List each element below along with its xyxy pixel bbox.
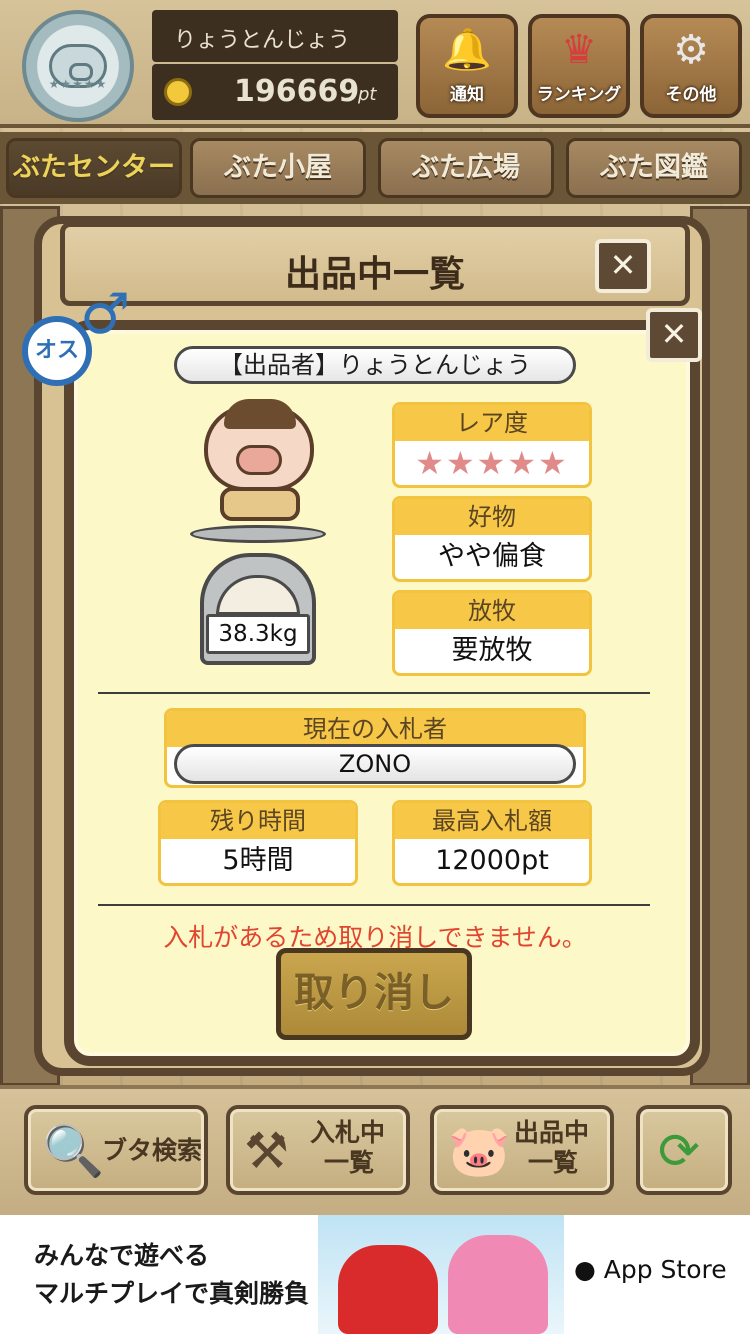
crown-icon: ♛ (561, 27, 597, 73)
points-box: 196669 pt (152, 64, 398, 120)
app-store-link[interactable]: ● App Store (574, 1255, 727, 1284)
rarity-label: レア度 (395, 405, 589, 441)
refresh-icon: ⟳ (658, 1122, 700, 1180)
listing-label-1: 出品中 (514, 1118, 590, 1147)
detail-close-button[interactable]: ✕ (646, 308, 702, 362)
seller-label: 【出品者】りょうとんじょう (174, 346, 576, 384)
bidding-label-2: 一覧 (324, 1148, 375, 1177)
tab-buta-center[interactable]: ぶたセンター (6, 138, 182, 198)
favorite-food-card: 好物 やや偏食 (392, 496, 592, 582)
app-store-label: App Store (595, 1255, 727, 1284)
ad-illustration (318, 1215, 564, 1334)
points-unit: pt (358, 84, 377, 105)
gavel-icon: ⚒ (244, 1122, 289, 1180)
points-value: 196669 (234, 74, 360, 109)
cancel-listing-button[interactable]: 取り消し (276, 948, 472, 1040)
tab-buta-encyclopedia[interactable]: ぶた図鑑 (566, 138, 742, 198)
apple-logo-icon: ● (574, 1255, 596, 1284)
emblem-stars-icon: ★★★★★ (48, 77, 108, 91)
tab-buta-plaza[interactable]: ぶた広場 (378, 138, 554, 198)
grazing-value: 要放牧 (451, 635, 533, 666)
pig-snout-icon (236, 445, 282, 475)
favorite-label: 好物 (395, 499, 589, 535)
notification-label: 通知 (450, 85, 484, 105)
ranking-button[interactable]: ♛ ランキング (528, 14, 630, 118)
listing-title: 出品中一覧 (284, 254, 465, 295)
weight-value: 38.3kg (206, 614, 310, 654)
pig-face-icon: 🐷 (448, 1122, 511, 1180)
pig-hair-icon (224, 399, 296, 429)
coin-icon (164, 78, 192, 106)
ad-text: みんなで遊べる マルチプレイで真剣勝負 (34, 1237, 309, 1313)
highest-bid-card: 最高入札額 12000pt (392, 800, 592, 886)
divider-top (98, 692, 650, 694)
rarity-stars-icon: ★★★★★ (415, 444, 569, 482)
refresh-button[interactable]: ⟳ (636, 1105, 732, 1195)
divider-bottom (98, 904, 650, 906)
time-left-value: 5時間 (222, 845, 294, 876)
listing-title-bar: 出品中一覧 ✕ (60, 222, 690, 306)
grazing-label: 放牧 (395, 593, 589, 629)
listing-list-button[interactable]: 🐷 出品中 一覧 (430, 1105, 614, 1195)
time-left-label: 残り時間 (161, 803, 355, 839)
listing-close-button[interactable]: ✕ (595, 239, 651, 293)
pig-search-label: ブタ検索 (102, 1136, 203, 1165)
current-bidder-label: 現在の入札者 (167, 711, 583, 747)
other-button[interactable]: ⚙ その他 (640, 14, 742, 118)
ad-line-1: みんなで遊べる (34, 1241, 210, 1270)
bottom-toolbar: 🔍 ブタ検索 ⚒ 入札中 一覧 🐷 出品中 一覧 ⟳ (0, 1085, 750, 1215)
pig-search-button[interactable]: 🔍 ブタ検索 (24, 1105, 208, 1195)
bidding-list-button[interactable]: ⚒ 入札中 一覧 (226, 1105, 410, 1195)
username-box: りょうとんじょう (152, 10, 398, 62)
listing-label-2: 一覧 (528, 1148, 579, 1177)
notification-button[interactable]: 🔔 通知 (416, 14, 518, 118)
bidding-label-1: 入札中 (310, 1118, 386, 1147)
bell-icon: 🔔 (442, 27, 492, 73)
rarity-card: レア度 ★★★★★ (392, 402, 592, 488)
rank-emblem[interactable]: ★★★★★ (22, 10, 134, 122)
nav-tabs: ぶたセンター ぶた小屋 ぶた広場 ぶた図鑑 (0, 132, 750, 204)
gear-icon: ⚙ (673, 27, 709, 73)
highest-bid-value: 12000pt (435, 845, 549, 876)
grazing-card: 放牧 要放牧 (392, 590, 592, 676)
favorite-value: やや偏食 (438, 541, 546, 572)
other-label: その他 (665, 85, 717, 105)
ad-banner[interactable]: みんなで遊べる マルチプレイで真剣勝負 ● App Store (0, 1215, 750, 1334)
ranking-label: ランキング (536, 85, 622, 105)
current-bidder-value: ZONO (174, 744, 576, 784)
scale-plate-icon (190, 525, 326, 543)
gender-label: オス (34, 338, 79, 363)
male-symbol-icon: ♂ (80, 282, 131, 347)
magnifier-icon: 🔍 (42, 1122, 105, 1180)
kart-character-icon (448, 1235, 548, 1334)
top-header: ★★★★★ りょうとんじょう 196669 pt 🔔 通知 ♛ ランキング ⚙ … (0, 0, 750, 128)
ad-line-2: マルチプレイで真剣勝負 (34, 1279, 310, 1308)
username: りょうとんじょう (174, 28, 351, 53)
kart-character-icon (338, 1245, 438, 1334)
time-left-card: 残り時間 5時間 (158, 800, 358, 886)
tab-buta-hut[interactable]: ぶた小屋 (190, 138, 366, 198)
highest-bid-label: 最高入札額 (395, 803, 589, 839)
pig-body-icon (220, 487, 300, 521)
